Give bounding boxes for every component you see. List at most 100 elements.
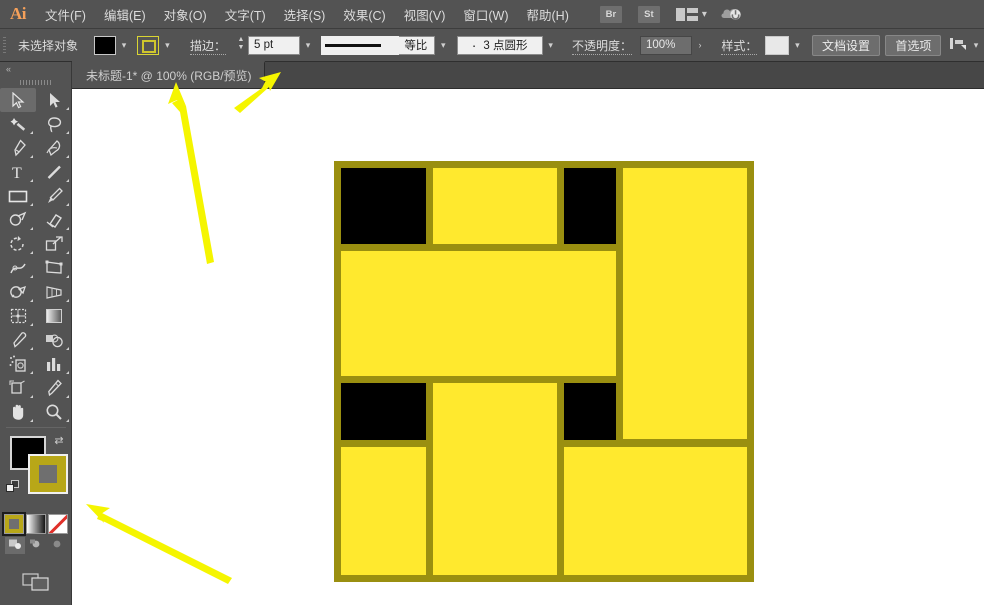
tool-slice[interactable] [36, 376, 72, 400]
fill-swatch[interactable] [94, 35, 116, 55]
collapse-panel-icon[interactable]: « [0, 62, 71, 76]
stroke-profile-control[interactable]: 等比 ▾ [321, 35, 451, 56]
rect-r1c4-tall-yellow[interactable] [615, 160, 754, 446]
curvature-icon [45, 139, 63, 157]
tool-direct-selection[interactable] [36, 88, 72, 112]
tool-rotate[interactable] [0, 232, 36, 256]
draw-behind[interactable] [26, 537, 46, 554]
tool-magic-wand[interactable] [0, 112, 36, 136]
toolbar-stroke-swatch[interactable] [28, 454, 68, 494]
tool-shape-builder[interactable] [0, 280, 36, 304]
symbol-sprayer-icon [9, 355, 27, 373]
workspace-switcher[interactable]: ▾ [672, 4, 711, 24]
tools-panel-grip[interactable] [0, 76, 71, 88]
graphic-style-chevron-down-icon[interactable]: ▾ [789, 36, 805, 55]
menu-type[interactable]: 文字(T) [216, 0, 275, 29]
menu-window[interactable]: 窗口(W) [454, 0, 517, 29]
stroke-profile-value[interactable]: 等比 [399, 35, 436, 55]
rect-r3c1-black[interactable] [333, 375, 433, 447]
stock-button[interactable]: St [637, 5, 660, 23]
align-control[interactable]: ▾ [948, 35, 984, 56]
tool-shaper[interactable] [0, 208, 36, 232]
stroke-weight-value[interactable]: 5 pt [247, 35, 300, 55]
document-tab[interactable]: 未标题-1* @ 100% (RGB/预览) [72, 61, 265, 88]
rectangle-icon [8, 189, 28, 204]
fill-color-control[interactable]: ▾ [94, 35, 132, 56]
menu-file[interactable]: 文件(F) [36, 0, 95, 29]
tool-blend[interactable] [36, 328, 72, 352]
mode-color[interactable] [1, 512, 26, 536]
artwork-group[interactable] [333, 160, 754, 582]
tool-selection[interactable] [0, 88, 36, 112]
stroke-weight-chevron-down-icon[interactable]: ▾ [300, 36, 316, 55]
tool-free-transform[interactable] [36, 256, 72, 280]
menu-edit[interactable]: 编辑(E) [95, 0, 155, 29]
graphic-style-control[interactable]: ▾ [765, 35, 805, 56]
menu-object[interactable]: 对象(O) [155, 0, 216, 29]
stroke-swatch[interactable] [137, 35, 160, 55]
stroke-dropdown-chevron-down-icon[interactable]: ▾ [159, 36, 175, 55]
tool-artboard[interactable] [0, 376, 36, 400]
tool-symbol-sprayer[interactable] [0, 352, 36, 376]
rect-r3c3-black[interactable] [556, 375, 623, 447]
menu-select[interactable]: 选择(S) [275, 0, 335, 29]
opacity-value[interactable]: 100% [639, 35, 692, 55]
preferences-button[interactable]: 首选项 [885, 34, 942, 56]
artboard-icon [9, 380, 27, 396]
stroke-profile-preview[interactable] [321, 35, 400, 55]
tool-zoom[interactable] [36, 400, 72, 424]
stroke-weight-field[interactable]: 5 pt ▾ [247, 35, 316, 56]
tool-perspective-grid[interactable] [36, 280, 72, 304]
change-screen-mode[interactable] [0, 570, 71, 599]
stroke-profile-chevron-down-icon[interactable]: ▾ [435, 36, 451, 55]
menu-help[interactable]: 帮助(H) [518, 0, 578, 29]
rect-r4c3-yellow[interactable] [556, 439, 754, 582]
creative-cloud-icon[interactable] [711, 0, 755, 29]
artboard-canvas[interactable] [72, 89, 984, 605]
stroke-weight-stepper[interactable]: ▲ ▼ [237, 36, 245, 54]
mode-none[interactable] [47, 514, 68, 534]
lasso-icon [45, 116, 63, 133]
tool-scale[interactable] [36, 232, 72, 256]
rect-r1c3-black[interactable] [556, 160, 623, 251]
rect-r1c2-yellow[interactable] [425, 160, 564, 251]
draw-inside[interactable] [47, 537, 67, 554]
default-fill-stroke-icon[interactable] [6, 480, 21, 495]
tool-eyedropper[interactable] [0, 328, 36, 352]
fill-dropdown-chevron-down-icon[interactable]: ▾ [116, 36, 132, 55]
tool-width[interactable] [0, 256, 36, 280]
tool-pen[interactable] [0, 136, 36, 160]
tool-lasso[interactable] [36, 112, 72, 136]
tool-gradient[interactable] [36, 304, 72, 328]
control-bar-grip[interactable] [0, 29, 10, 62]
tool-rectangle[interactable] [0, 184, 36, 208]
tool-mesh[interactable] [0, 304, 36, 328]
tool-line-segment[interactable] [36, 160, 72, 184]
swap-fill-stroke-icon[interactable]: ⇄ [52, 434, 66, 448]
tool-eraser[interactable] [36, 208, 72, 232]
draw-normal[interactable] [4, 537, 25, 554]
tool-paintbrush[interactable] [36, 184, 72, 208]
rect-r2-wide-yellow[interactable] [333, 243, 623, 383]
rect-r1c1-black[interactable] [333, 160, 433, 251]
bridge-button[interactable]: Br [599, 5, 622, 23]
tool-hand[interactable] [0, 400, 36, 424]
brush-definition-control[interactable]: · 3 点圆形 ▾ [456, 35, 559, 56]
mode-gradient[interactable] [25, 514, 46, 534]
opacity-chevron-right-icon[interactable]: › [692, 36, 708, 55]
menu-effect[interactable]: 效果(C) [334, 0, 394, 29]
tool-curvature[interactable] [36, 136, 72, 160]
graphic-style-swatch[interactable] [765, 35, 790, 55]
stroke-color-control[interactable]: ▾ [137, 35, 175, 56]
menu-view[interactable]: 视图(V) [395, 0, 455, 29]
align-chevron-down-icon[interactable]: ▾ [968, 36, 984, 55]
tool-type[interactable]: T [0, 160, 36, 184]
document-setup-button[interactable]: 文档设置 [811, 34, 880, 56]
align-to-selection-icon[interactable] [948, 35, 968, 56]
opacity-control[interactable]: 100% › [639, 35, 708, 56]
gradient-icon [45, 308, 63, 324]
tool-column-graph[interactable] [36, 352, 72, 376]
rect-r3c2-yellow[interactable] [425, 375, 564, 582]
rect-r4c1-yellow[interactable] [333, 439, 433, 582]
brush-definition-chevron-down-icon[interactable]: ▾ [543, 36, 559, 55]
